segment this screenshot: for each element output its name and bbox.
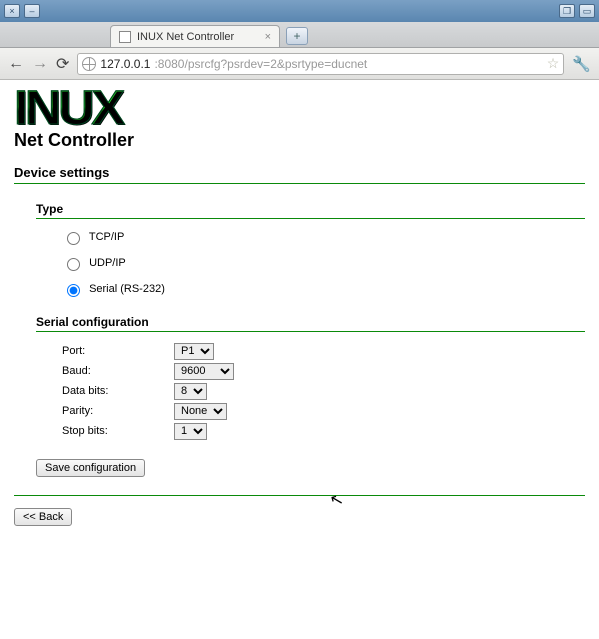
page-content: INUX Net Controller Device settings Type… bbox=[0, 80, 599, 639]
type-radio-group: TCP/IP UDP/IP Serial (RS-232) bbox=[62, 229, 585, 297]
window-close-button[interactable]: × bbox=[4, 4, 20, 18]
logo-block: INUX Net Controller bbox=[14, 86, 585, 151]
device-settings-heading: Device settings bbox=[14, 165, 585, 181]
serial-config-heading: Serial configuration bbox=[36, 315, 585, 329]
divider bbox=[14, 495, 585, 496]
stopbits-label: Stop bits: bbox=[62, 425, 174, 437]
divider bbox=[36, 218, 585, 219]
row-databits: Data bits: 8 bbox=[62, 382, 585, 401]
radio-udp[interactable] bbox=[67, 258, 80, 271]
databits-label: Data bits: bbox=[62, 385, 174, 397]
baud-label: Baud: bbox=[62, 365, 174, 377]
divider bbox=[14, 183, 585, 184]
serial-form: Port: P1 Baud: 9600 Data bits: 8 Parity:… bbox=[62, 342, 585, 441]
radio-tcp[interactable] bbox=[67, 232, 80, 245]
radio-label: Serial (RS-232) bbox=[89, 283, 165, 295]
reload-icon[interactable]: ⟳ bbox=[56, 54, 69, 74]
window-titlebar: × – ❐ ▭ bbox=[0, 0, 599, 22]
url-path: :8080/psrcfg?psrdev=2&psrtype=ducnet bbox=[154, 57, 367, 71]
databits-select[interactable]: 8 bbox=[174, 383, 207, 400]
settings-wrench-icon[interactable]: 🔧 bbox=[572, 55, 591, 73]
type-option-tcp[interactable]: TCP/IP bbox=[62, 229, 585, 245]
row-port: Port: P1 bbox=[62, 342, 585, 361]
port-select[interactable]: P1 bbox=[174, 343, 214, 360]
type-option-serial[interactable]: Serial (RS-232) bbox=[62, 281, 585, 297]
browser-tabstrip: INUX Net Controller × + bbox=[0, 22, 599, 48]
address-bar[interactable]: 127.0.0.1 :8080/psrcfg?psrdev=2&psrtype=d… bbox=[77, 53, 564, 75]
back-button[interactable]: << Back bbox=[14, 508, 72, 526]
forward-icon: → bbox=[32, 55, 48, 73]
radio-label: UDP/IP bbox=[89, 257, 126, 269]
window-minimize-button[interactable]: – bbox=[24, 4, 40, 18]
row-baud: Baud: 9600 bbox=[62, 362, 585, 381]
window-maximize-button[interactable]: ❐ bbox=[559, 4, 575, 18]
row-parity: Parity: None bbox=[62, 402, 585, 421]
save-configuration-button[interactable]: Save configuration bbox=[36, 459, 145, 477]
parity-select[interactable]: None bbox=[174, 403, 227, 420]
divider bbox=[36, 331, 585, 332]
baud-select[interactable]: 9600 bbox=[174, 363, 234, 380]
row-stopbits: Stop bits: 1 bbox=[62, 422, 585, 441]
browser-toolbar: ← → ⟳ 127.0.0.1 :8080/psrcfg?psrdev=2&psr… bbox=[0, 48, 599, 80]
browser-tab[interactable]: INUX Net Controller × bbox=[110, 25, 280, 47]
stopbits-select[interactable]: 1 bbox=[174, 423, 207, 440]
bookmark-star-icon[interactable]: ☆ bbox=[547, 55, 560, 72]
window-restore-button[interactable]: ▭ bbox=[579, 4, 595, 18]
url-host: 127.0.0.1 bbox=[100, 57, 150, 71]
back-icon[interactable]: ← bbox=[8, 55, 24, 73]
radio-label: TCP/IP bbox=[89, 231, 124, 243]
type-option-udp[interactable]: UDP/IP bbox=[62, 255, 585, 271]
new-tab-button[interactable]: + bbox=[286, 27, 308, 45]
radio-serial[interactable] bbox=[67, 284, 80, 297]
parity-label: Parity: bbox=[62, 405, 174, 417]
tab-close-icon[interactable]: × bbox=[265, 31, 271, 43]
port-label: Port: bbox=[62, 345, 174, 357]
tab-title: INUX Net Controller bbox=[137, 31, 234, 43]
logo-text: INUX bbox=[14, 86, 599, 132]
page-favicon-icon bbox=[119, 31, 131, 43]
type-heading: Type bbox=[36, 202, 585, 216]
globe-icon bbox=[82, 57, 96, 71]
